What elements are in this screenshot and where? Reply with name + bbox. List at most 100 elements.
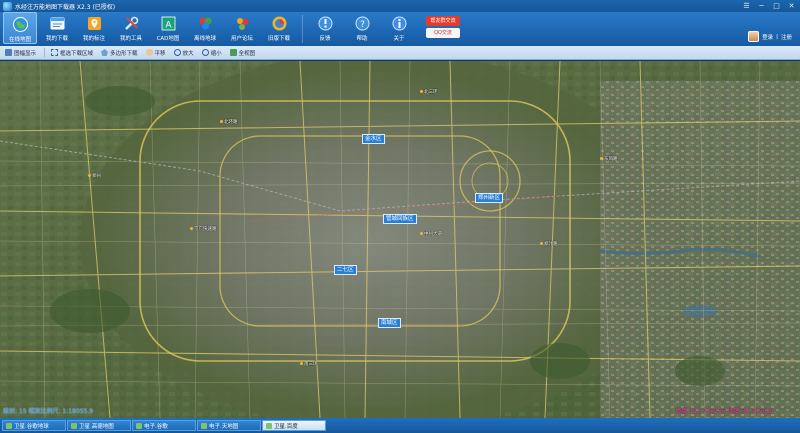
ribbon-my-downloads-button[interactable]: 我的下载 <box>40 12 74 44</box>
close-button[interactable]: ✕ <box>785 1 798 11</box>
map-poi-label: 郑州 <box>88 173 101 179</box>
ribbon-label: 旧版下载 <box>267 36 290 42</box>
promo-group: 帮友群交流 QQ交流 <box>426 16 460 38</box>
tool-polygon-download[interactable]: 多边形下载 <box>98 47 141 59</box>
map-poi-label: 北三环 <box>420 89 438 95</box>
zoom-in-icon <box>173 49 181 56</box>
ribbon-label: 反馈 <box>319 36 331 42</box>
window-controls: ☰ ─ □ ✕ <box>740 1 798 11</box>
help-icon: ? <box>354 15 371 32</box>
map-poi-label: 东风路 <box>600 156 618 162</box>
map-pin-icon <box>86 15 103 32</box>
svg-text:A: A <box>165 21 172 31</box>
ribbon-my-tools-button[interactable]: 我的工具 <box>114 12 148 44</box>
minimize-button[interactable]: ─ <box>755 1 768 11</box>
ribbon-separator <box>302 15 303 43</box>
tools-icon <box>123 15 140 32</box>
ribbon-offline-globe-button[interactable]: 离线地球 <box>188 12 222 44</box>
ribbon-old-version-button[interactable]: 旧版下载 <box>262 12 296 44</box>
tab-amap-satellite[interactable]: 卫星.高德地图 <box>67 420 131 431</box>
help-group-badge[interactable]: 帮友群交流 <box>426 16 460 26</box>
ribbon-label: 离线地球 <box>193 36 216 42</box>
tab-label: 卫星.谷歌地球 <box>14 423 49 430</box>
map-source-icon <box>201 422 207 429</box>
forum-icon <box>234 15 251 32</box>
ribbon-online-map-button[interactable]: 在线地图 <box>3 12 37 44</box>
window-title: 水经注万能地图下载器 X2.3 (已授权) <box>15 3 116 11</box>
user-area: 登录 | 注册 <box>748 31 792 42</box>
map-tools-bar: 图幅显示 框选下载区域 多边形下载 平移 放大 缩小 全视图 <box>0 46 800 60</box>
district-label-zhengzhou-new: 郑州新区 <box>475 193 504 203</box>
zoom-out-icon <box>201 49 209 56</box>
tool-label: 框选下载区域 <box>60 50 94 57</box>
tool-separator <box>44 48 46 57</box>
about-icon <box>391 15 408 32</box>
map-source-tabs: 卫星.谷歌地球 卫星.高德地图 电子.谷歌 电子.天地图 卫星.百度 <box>0 418 800 433</box>
globe-icon <box>12 16 29 33</box>
tool-full-extent[interactable]: 全视图 <box>227 47 259 59</box>
select-region-icon <box>51 49 59 56</box>
tab-label: 电子.谷歌 <box>144 423 168 430</box>
offline-globe-icon <box>197 15 214 32</box>
old-version-icon <box>271 15 288 32</box>
tool-label: 图幅显示 <box>14 50 37 57</box>
tab-google-electronic[interactable]: 电子.谷歌 <box>132 420 196 431</box>
map-source-icon <box>136 422 142 429</box>
map-poi-label: 中州大道 <box>420 231 442 237</box>
qq-chat-badge[interactable]: QQ交流 <box>426 28 460 38</box>
tool-label: 全视图 <box>238 50 256 57</box>
polygon-icon <box>101 49 109 56</box>
app-logo-icon <box>3 1 12 11</box>
tool-zoom-out[interactable]: 缩小 <box>199 47 225 59</box>
ribbon-feedback-button[interactable]: 反馈 <box>308 12 342 44</box>
ribbon-forum-button[interactable]: 用户论坛 <box>225 12 259 44</box>
map-poi-label: 京广快速路 <box>190 226 217 232</box>
menu-button[interactable]: ☰ <box>740 1 753 11</box>
ribbon-cad-map-button[interactable]: A CAD地图 <box>151 12 185 44</box>
ribbon-label: 帮助 <box>356 36 368 42</box>
ribbon-about-button[interactable]: 关于 <box>382 12 416 44</box>
ribbon-label: 关于 <box>393 36 405 42</box>
map-source-icon <box>71 422 77 429</box>
cad-icon: A <box>160 15 177 32</box>
ribbon-label: CAD地图 <box>156 36 180 42</box>
tool-zoom-in[interactable]: 放大 <box>171 47 197 59</box>
tab-tianditu-electronic[interactable]: 电子.天地图 <box>197 420 261 431</box>
tool-label: 多边形下载 <box>110 50 138 57</box>
ribbon-label: 我的下载 <box>45 36 68 42</box>
maximize-button[interactable]: □ <box>770 1 783 11</box>
pan-icon <box>145 49 153 56</box>
map-poi-label: 北环路 <box>220 119 238 125</box>
district-label-south: 南城区 <box>378 318 401 328</box>
map-poi-label: 郑汴路 <box>540 241 558 247</box>
tool-select-region[interactable]: 框选下载区域 <box>48 47 96 59</box>
tool-label: 缩小 <box>210 50 222 57</box>
ribbon-label: 我的标注 <box>82 36 105 42</box>
avatar[interactable] <box>748 31 760 42</box>
register-link[interactable]: 注册 <box>781 33 792 41</box>
map-view[interactable]: 金水区 郑州新区 管城回族区 二七区 南城区 郑州 北环路 中州大道 京广快速路… <box>0 61 800 418</box>
tab-baidu-satellite[interactable]: 卫星.百度 <box>262 420 326 431</box>
tool-grid-display[interactable]: 图幅显示 <box>2 47 39 59</box>
coordinate-readout: 经度:113.714235 纬度:34.745921 <box>675 408 774 415</box>
tab-label: 卫星.高德地图 <box>79 423 114 430</box>
download-list-icon <box>49 15 66 32</box>
ribbon-label: 在线地图 <box>8 37 31 43</box>
tab-label: 卫星.百度 <box>274 423 298 430</box>
ribbon-my-markers-button[interactable]: 我的标注 <box>77 12 111 44</box>
tab-label: 电子.天地图 <box>209 423 239 430</box>
grid-icon <box>5 49 12 56</box>
ribbon-help-button[interactable]: ? 帮助 <box>345 12 379 44</box>
district-label-guancheng: 管城回族区 <box>383 214 417 224</box>
scale-readout: 级别: 15 缩放比例尺: 1:18055.9 <box>3 408 94 415</box>
satellite-imagery <box>0 61 800 418</box>
user-divider: | <box>776 33 778 40</box>
district-label-erqi: 二七区 <box>334 265 357 275</box>
map-source-icon <box>6 422 12 429</box>
tab-google-earth-satellite[interactable]: 卫星.谷歌地球 <box>2 420 66 431</box>
tool-pan[interactable]: 平移 <box>143 47 169 59</box>
map-source-icon <box>266 422 272 429</box>
district-label-jinshui: 金水区 <box>362 134 385 144</box>
title-bar: 水经注万能地图下载器 X2.3 (已授权) ☰ ─ □ ✕ <box>0 0 800 12</box>
login-link[interactable]: 登录 <box>762 33 773 41</box>
